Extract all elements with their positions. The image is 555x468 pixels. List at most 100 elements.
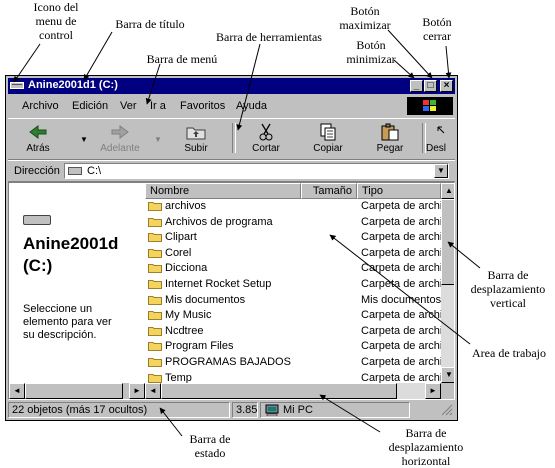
- file-row[interactable]: archivos Carpeta de archivos: [145, 199, 454, 214]
- drive-description: Seleccione un elemento para ver su descr…: [23, 303, 112, 341]
- forward-arrow-icon: [111, 125, 129, 139]
- title-bar[interactable]: Anine2001d1 (C:) _ □ ×: [8, 78, 455, 94]
- file-name: My Music: [165, 309, 212, 322]
- drive-icon: [68, 167, 82, 175]
- column-header-type[interactable]: Tipo: [357, 183, 441, 199]
- file-name: Dicciona: [165, 262, 208, 275]
- file-row[interactable]: Internet Rocket Setup Carpeta de archivos: [145, 277, 454, 292]
- folder-icon: [148, 326, 162, 336]
- annotation-vscroll: Barra de desplazamiento vertical: [470, 268, 546, 310]
- file-row[interactable]: Archivos de programa Carpeta de archivos: [145, 215, 454, 230]
- folder-icon: [148, 311, 162, 321]
- annotation-control-icon: Icono del menu de control: [33, 0, 79, 42]
- file-name: archivos: [165, 200, 206, 212]
- left-pane: Anine2001d (C:) Seleccione un elemento p…: [9, 183, 145, 399]
- address-field[interactable]: C:\ ▼: [64, 163, 449, 179]
- forward-button[interactable]: Adelante: [94, 121, 146, 157]
- hard-drive-icon: [23, 215, 51, 225]
- window-title: Anine2001d1 (C:): [28, 79, 118, 91]
- file-row[interactable]: My Music Carpeta de archivos: [145, 308, 454, 323]
- paste-button[interactable]: Pegar: [364, 121, 416, 157]
- file-name: Mis documentos: [165, 293, 246, 306]
- copy-button[interactable]: Copiar: [302, 121, 354, 157]
- file-name: Internet Rocket Setup: [165, 278, 272, 290]
- file-row[interactable]: Mis documentos Mis documentos: [145, 293, 441, 308]
- forward-dropdown-icon[interactable]: ▼: [154, 135, 162, 144]
- file-list: Nombre Tamaño Tipo archivos Carpeta de ar…: [145, 183, 454, 384]
- file-type: Mis documentos: [361, 293, 442, 306]
- toolbar-separator: [232, 123, 236, 153]
- windows-logo: [407, 97, 453, 115]
- scroll-left-icon[interactable]: ◄: [145, 383, 161, 399]
- up-label: Subir: [184, 143, 208, 154]
- horizontal-scroll-thumb[interactable]: [161, 383, 397, 399]
- status-location: Mi PC: [260, 402, 410, 418]
- undo-button[interactable]: Desl: [426, 121, 454, 157]
- left-pane-scrollbar[interactable]: ◄ ►: [9, 383, 145, 399]
- menu-ver[interactable]: Ver: [120, 100, 137, 112]
- annotation-work-area: Area de trabajo: [472, 346, 546, 360]
- file-name: Ncdtree: [165, 324, 204, 337]
- horizontal-scrollbar[interactable]: ◄ ►: [145, 383, 441, 399]
- annotation-toolbar: Barra de herramientas: [216, 30, 322, 44]
- folder-icon: [148, 280, 162, 289]
- up-button[interactable]: Subir: [170, 121, 222, 157]
- file-row[interactable]: Corel Carpeta de archivos: [145, 246, 454, 261]
- file-row[interactable]: Dicciona Carpeta de archivos: [145, 261, 454, 276]
- control-menu-icon[interactable]: [10, 80, 24, 91]
- address-value: C:\: [87, 165, 102, 177]
- folder-icon: [148, 342, 162, 352]
- minimize-button[interactable]: _: [410, 80, 423, 92]
- vertical-scrollbar[interactable]: ▲ ▼: [441, 183, 454, 383]
- address-dropdown-icon[interactable]: ▼: [434, 164, 448, 178]
- cut-button[interactable]: Cortar: [240, 121, 292, 157]
- column-header-size[interactable]: Tamaño: [301, 183, 357, 199]
- copy-icon: [320, 123, 336, 141]
- undo-icon: [437, 126, 445, 134]
- scroll-right-icon[interactable]: ►: [425, 383, 441, 399]
- left-pane-scroll-left-icon[interactable]: ◄: [9, 383, 25, 399]
- left-pane-scroll-right-icon[interactable]: ►: [129, 383, 145, 399]
- file-row[interactable]: PROGRAMAS BAJADOS Carpeta de archivos: [145, 355, 454, 370]
- menu-favoritos[interactable]: Favoritos: [180, 100, 225, 112]
- maximize-button[interactable]: □: [424, 80, 437, 92]
- file-name: Clipart: [165, 231, 197, 244]
- back-arrow-icon: [29, 125, 47, 139]
- folder-icon: [148, 373, 162, 383]
- file-row[interactable]: Ncdtree Carpeta de archivos: [145, 324, 454, 339]
- back-button[interactable]: Atrás: [12, 121, 64, 157]
- forward-label: Adelante: [100, 143, 140, 154]
- menu-edicion[interactable]: Edición: [72, 100, 108, 112]
- column-header-name[interactable]: Nombre: [145, 183, 301, 199]
- windows-flag-icon: [423, 100, 436, 111]
- left-pane-scroll-thumb[interactable]: [25, 383, 123, 399]
- cut-label: Cortar: [252, 143, 280, 154]
- file-row[interactable]: Program Files Carpeta de archivos: [145, 339, 454, 354]
- file-name: PROGRAMAS BAJADOS: [165, 356, 291, 368]
- explorer-window: Anine2001d1 (C:) _ □ × Archivo Edición V…: [5, 75, 458, 421]
- close-button[interactable]: ×: [440, 80, 453, 92]
- menu-bar: Archivo Edición Ver Ir a Favoritos Ayuda: [8, 96, 455, 116]
- scissors-icon: [259, 123, 273, 141]
- folder-icon: [148, 217, 162, 227]
- menu-archivo[interactable]: Archivo: [22, 100, 59, 112]
- scroll-up-icon[interactable]: ▲: [441, 183, 454, 199]
- menu-ir-a[interactable]: Ir a: [150, 100, 166, 112]
- status-bar: 22 objetos (más 17 ocultos) 3.85 Mi PC: [8, 402, 455, 418]
- address-label: Dirección: [14, 165, 60, 177]
- status-location-label: Mi PC: [283, 404, 313, 416]
- status-size: 3.85: [232, 402, 258, 418]
- resize-grip-icon[interactable]: [441, 404, 453, 416]
- file-name: Temp: [165, 371, 192, 384]
- file-row[interactable]: Clipart Carpeta de archivos: [145, 230, 454, 245]
- back-dropdown-icon[interactable]: ▼: [80, 135, 88, 144]
- scroll-down-icon[interactable]: ▼: [441, 367, 454, 383]
- file-name: Program Files: [165, 340, 234, 353]
- menu-ayuda[interactable]: Ayuda: [236, 100, 267, 112]
- vertical-scroll-thumb[interactable]: [441, 199, 454, 285]
- computer-icon: [265, 404, 279, 416]
- undo-label: Desl: [426, 143, 447, 154]
- back-label: Atrás: [26, 143, 50, 154]
- file-name: Archivos de programa: [165, 215, 273, 228]
- folder-icon: [148, 264, 162, 274]
